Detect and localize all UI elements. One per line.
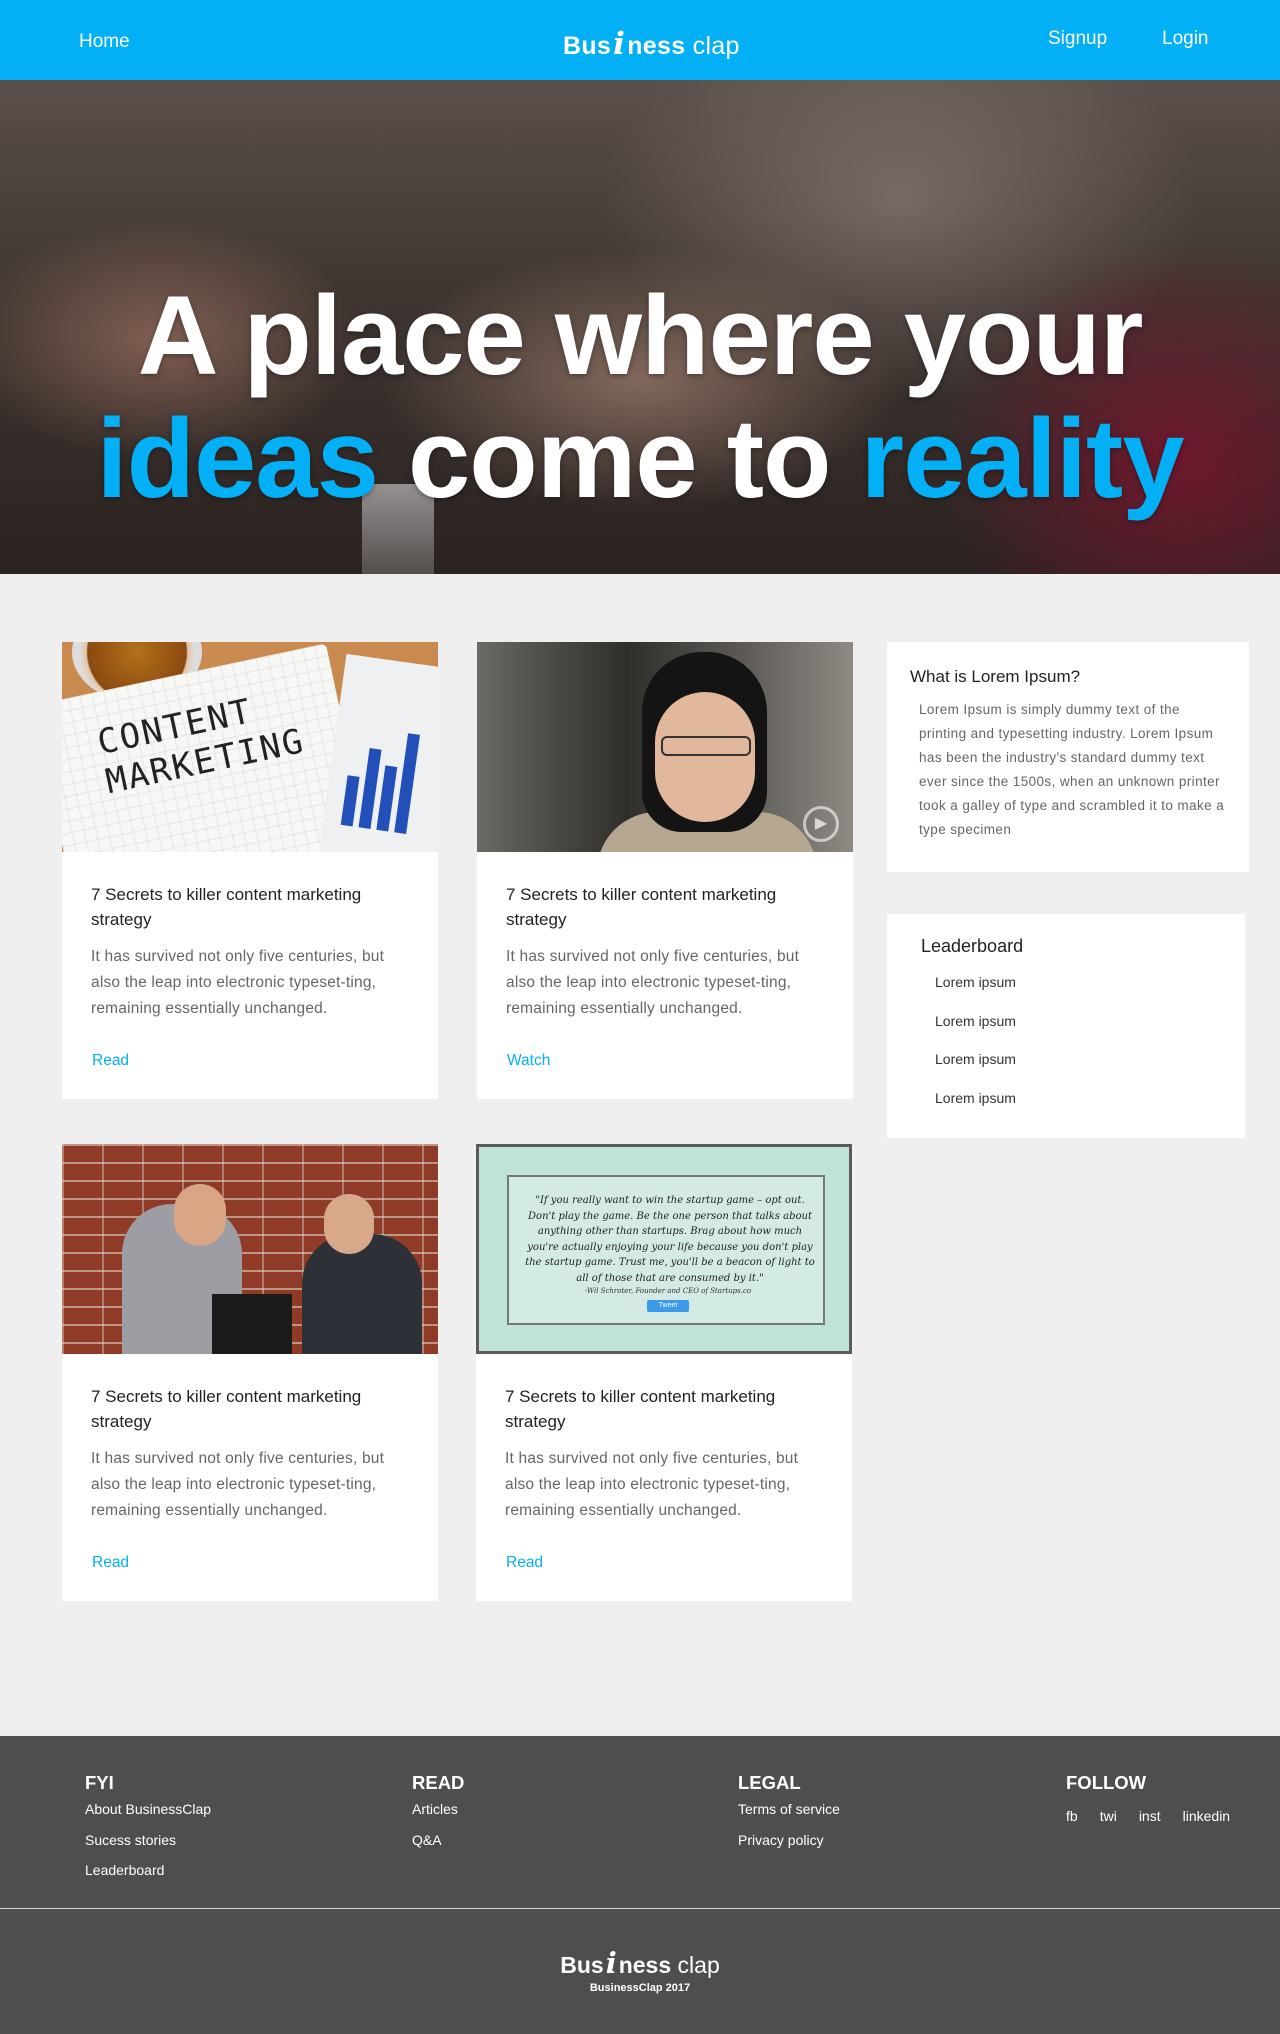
brand-text-ness: ness — [618, 1952, 672, 1978]
footer-copyright: BusinessClap 2017 — [589, 1982, 691, 1994]
site-footer: FYI About BusinessClap Sucess stories Le… — [0, 1736, 1280, 2034]
card-title[interactable]: 7 Secrets to killer content marketing st… — [91, 882, 411, 932]
tweet-button[interactable]: Tweet — [647, 1300, 689, 1312]
quote-board: "If you really want to win the startup g… — [507, 1175, 825, 1325]
hero-banner: A place where your ideas come to reality — [0, 80, 1280, 574]
brand-i-glyph: i — [613, 26, 626, 62]
footer-heading: READ — [412, 1772, 465, 1793]
social-link-twi[interactable]: twi — [1100, 1808, 1117, 1839]
footer-brand-logo: Business clap — [0, 1946, 1280, 1980]
article-card: 7 Secrets to killer content marketing st… — [62, 1144, 438, 1601]
card-read-link[interactable]: Read — [506, 1554, 543, 1572]
brand-logo[interactable]: Business clap — [563, 26, 740, 62]
footer-divider — [0, 1908, 1280, 1909]
card-title[interactable]: 7 Secrets to killer content marketing st… — [91, 1384, 411, 1434]
card-description: It has survived not only five centuries,… — [91, 948, 385, 1017]
footer-heading: FYI — [85, 1772, 114, 1793]
brand-text-clap: clap — [677, 1952, 720, 1978]
hero-accent-reality: reality — [860, 396, 1185, 521]
footer-link-terms[interactable]: Terms of service — [738, 1801, 840, 1832]
leaderboard-item[interactable]: Lorem ipsum — [935, 1051, 1016, 1090]
leaderboard-list: Lorem ipsum Lorem ipsum Lorem ipsum Lore… — [935, 974, 1016, 1128]
article-card: "If you really want to win the startup g… — [476, 1144, 852, 1601]
brand-text-ness: ness — [627, 32, 686, 60]
footer-link-leaderboard[interactable]: Leaderboard — [85, 1862, 211, 1893]
chart-bar-shape — [394, 733, 420, 834]
card-read-link[interactable]: Read — [92, 1052, 129, 1070]
brand-text-bus: Bus — [560, 1952, 604, 1978]
card-title[interactable]: 7 Secrets to killer content marketing st… — [505, 1384, 825, 1434]
top-navbar: Home Business clap Signup Login — [0, 0, 1280, 80]
footer-column-follow: FOLLOW fb twi inst linkedin — [1066, 1772, 1230, 1839]
startup-quote-image[interactable]: "If you really want to win the startup g… — [476, 1144, 852, 1354]
footer-column-legal: LEGAL Terms of service Privacy policy — [738, 1772, 840, 1862]
hero-headline-line1: A place where your — [137, 273, 1144, 398]
footer-link-about[interactable]: About BusinessClap — [85, 1801, 211, 1832]
chair-shape — [212, 1294, 292, 1354]
leaderboard-item[interactable]: Lorem ipsum — [935, 1090, 1016, 1129]
leaderboard-title: Leaderboard — [921, 936, 1024, 956]
quote-attribution: -Wil Schroter, Founder and CEO of Startu… — [584, 1287, 752, 1295]
nav-home-link[interactable]: Home — [79, 31, 130, 53]
content-marketing-image[interactable]: CONTENT MARKETING — [62, 642, 438, 852]
hero-accent-ideas: ideas — [96, 396, 378, 521]
card-watch-link[interactable]: Watch — [507, 1052, 550, 1070]
social-link-fb[interactable]: fb — [1066, 1808, 1078, 1839]
card-description: It has survived not only five centuries,… — [505, 1450, 799, 1519]
leaderboard-widget: Leaderboard Lorem ipsum Lorem ipsum Lore… — [887, 914, 1245, 1138]
play-icon[interactable]: ▶ — [803, 806, 839, 842]
widget-title: What is Lorem Ipsum? — [910, 667, 1081, 686]
glasses-shape — [661, 736, 751, 756]
nav-signup-link[interactable]: Signup — [1048, 28, 1107, 50]
chart-sheet-shape — [318, 653, 438, 852]
hero-headline-line2: ideas come to reality — [0, 403, 1280, 515]
article-card: CONTENT MARKETING 7 Secrets to killer co… — [62, 642, 438, 1099]
footer-column-fyi: FYI About BusinessClap Sucess stories Le… — [85, 1772, 211, 1893]
person-shape — [302, 1234, 422, 1354]
brand-text-bus: Bus — [563, 32, 612, 60]
footer-heading: FOLLOW — [1066, 1772, 1147, 1793]
footer-link-qa[interactable]: Q&A — [412, 1832, 464, 1863]
article-card: ▶ 7 Secrets to killer content marketing … — [477, 642, 853, 1099]
leaderboard-item[interactable]: Lorem ipsum — [935, 1013, 1016, 1052]
nav-login-link[interactable]: Login — [1162, 28, 1209, 50]
footer-link-articles[interactable]: Articles — [412, 1801, 464, 1832]
card-read-link[interactable]: Read — [92, 1554, 129, 1572]
card-title[interactable]: 7 Secrets to killer content marketing st… — [506, 882, 826, 932]
widget-text: Lorem Ipsum is simply dummy text of the … — [919, 702, 1225, 837]
social-links: fb twi inst linkedin — [1066, 1808, 1230, 1839]
card-description: It has survived not only five centuries,… — [506, 948, 800, 1017]
head-shape — [174, 1184, 226, 1246]
video-thumbnail-image[interactable]: ▶ — [477, 642, 853, 852]
lorem-ipsum-widget: What is Lorem Ipsum? Lorem Ipsum is simp… — [887, 642, 1249, 872]
footer-heading: LEGAL — [738, 1772, 801, 1793]
men-laptops-image[interactable] — [62, 1144, 438, 1354]
brand-text-clap: clap — [692, 32, 740, 60]
footer-column-read: READ Articles Q&A — [412, 1772, 464, 1862]
card-description: It has survived not only five centuries,… — [91, 1450, 385, 1519]
quote-text: "If you really want to win the startup g… — [525, 1195, 815, 1284]
hero-middle-text: come to — [377, 396, 861, 521]
face-shape — [655, 692, 755, 822]
leaderboard-item[interactable]: Lorem ipsum — [935, 974, 1016, 1013]
social-link-inst[interactable]: inst — [1139, 1808, 1161, 1839]
footer-link-success-stories[interactable]: Sucess stories — [85, 1832, 211, 1863]
footer-link-privacy[interactable]: Privacy policy — [738, 1832, 840, 1863]
social-link-linkedin[interactable]: linkedin — [1183, 1808, 1230, 1839]
brand-i-glyph: i — [605, 1946, 617, 1980]
chart-bar-shape — [340, 775, 360, 827]
chart-bar-shape — [376, 765, 398, 832]
head-shape — [324, 1194, 374, 1254]
